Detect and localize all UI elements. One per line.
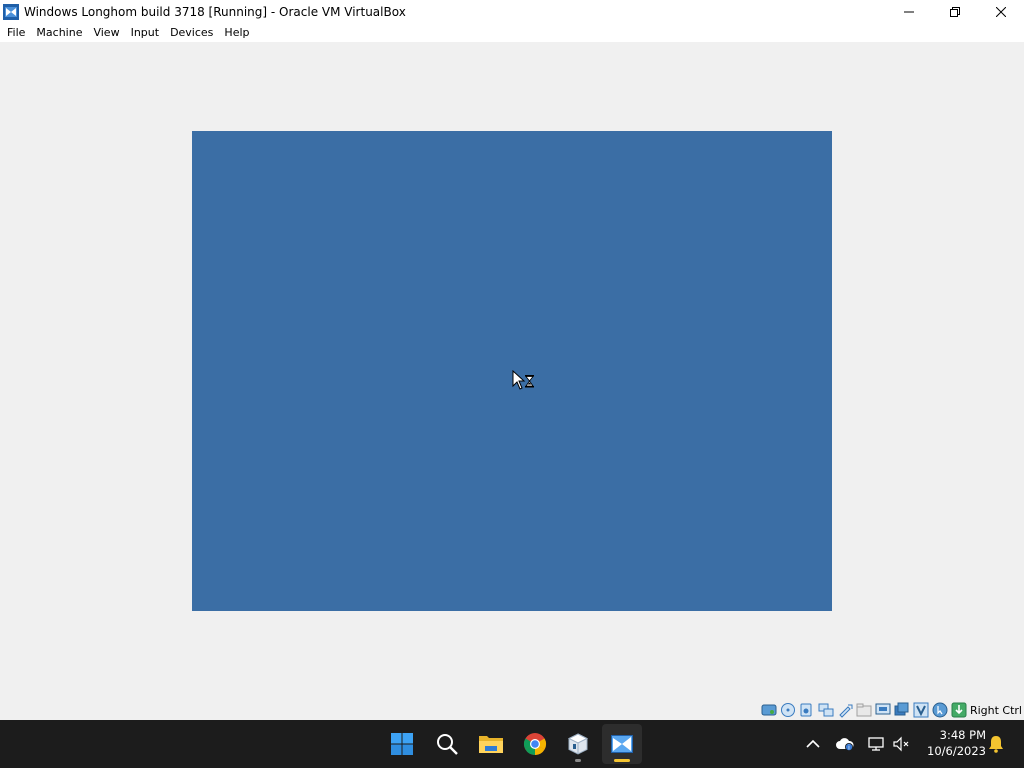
mouse-integration-icon[interactable]	[932, 702, 948, 718]
menu-bar: File Machine View Input Devices Help	[0, 23, 1024, 42]
network-icon	[868, 737, 884, 751]
optical-drive-icon[interactable]	[780, 702, 796, 718]
menu-devices[interactable]: Devices	[165, 23, 218, 42]
host-key-label[interactable]: Right Ctrl	[970, 704, 1022, 717]
keyboard-capture-icon[interactable]	[951, 702, 967, 718]
hard-disk-icon[interactable]	[761, 702, 777, 718]
folder-icon	[479, 736, 503, 753]
tray-network[interactable]	[865, 732, 889, 756]
minimize-icon	[904, 11, 914, 12]
active-indicator	[614, 759, 630, 762]
usb-icon[interactable]	[837, 702, 853, 718]
audio-icon[interactable]	[799, 702, 815, 718]
taskbar-file-explorer[interactable]	[471, 724, 511, 764]
taskbar-start[interactable]	[382, 724, 422, 764]
taskbar-chrome[interactable]	[515, 724, 555, 764]
vm-display[interactable]	[192, 131, 832, 611]
tray-notifications[interactable]	[984, 732, 1008, 756]
close-button[interactable]	[978, 0, 1024, 23]
vm-window-icon	[611, 735, 633, 753]
shared-folders-icon[interactable]	[856, 702, 872, 718]
vm-status-bar: Right Ctrl	[0, 700, 1024, 720]
menu-input[interactable]: Input	[126, 23, 164, 42]
display-icon[interactable]	[875, 702, 891, 718]
bell-icon	[989, 736, 1003, 753]
onedrive-icon: i	[836, 738, 854, 751]
recording-icon[interactable]	[894, 702, 910, 718]
close-icon	[996, 6, 1006, 17]
clock-date: 10/6/2023	[927, 744, 986, 758]
virtualbox-window: Windows Longhom build 3718 [Running] - O…	[0, 0, 1024, 720]
menu-help[interactable]: Help	[219, 23, 254, 42]
taskbar-virtualbox-vm[interactable]	[602, 724, 642, 764]
chrome-icon	[524, 733, 546, 755]
restore-button[interactable]	[932, 0, 978, 23]
menu-file[interactable]: File	[2, 23, 30, 42]
virtualization-icon[interactable]	[913, 702, 929, 718]
virtualbox-cube-icon	[567, 733, 589, 755]
window-title: Windows Longhom build 3718 [Running] - O…	[24, 4, 406, 19]
tray-onedrive[interactable]: i	[833, 732, 857, 756]
network-icon[interactable]	[818, 702, 834, 718]
tray-overflow[interactable]	[801, 732, 825, 756]
virtualbox-app-icon	[3, 3, 19, 20]
busy-cursor-icon	[512, 370, 534, 390]
taskbar-search[interactable]	[427, 724, 467, 764]
volume-muted-icon	[893, 736, 909, 752]
clock-time: 3:48 PM	[939, 728, 986, 742]
tray-volume[interactable]	[890, 732, 914, 756]
menu-machine[interactable]: Machine	[31, 23, 87, 42]
windows-start-icon	[391, 733, 413, 755]
search-icon	[437, 734, 458, 755]
taskbar-clock[interactable]: 3:48 PM 10/6/2023	[920, 727, 986, 759]
windows-taskbar: i	[0, 720, 1024, 768]
title-bar[interactable]: Windows Longhom build 3718 [Running] - O…	[0, 0, 1024, 23]
running-indicator	[575, 759, 581, 762]
chevron-up-icon	[806, 739, 820, 748]
taskbar-virtualbox-manager[interactable]	[558, 724, 598, 764]
restore-icon	[950, 6, 960, 17]
menu-view[interactable]: View	[88, 23, 124, 42]
window-controls	[886, 0, 1024, 23]
minimize-button[interactable]	[886, 0, 932, 23]
